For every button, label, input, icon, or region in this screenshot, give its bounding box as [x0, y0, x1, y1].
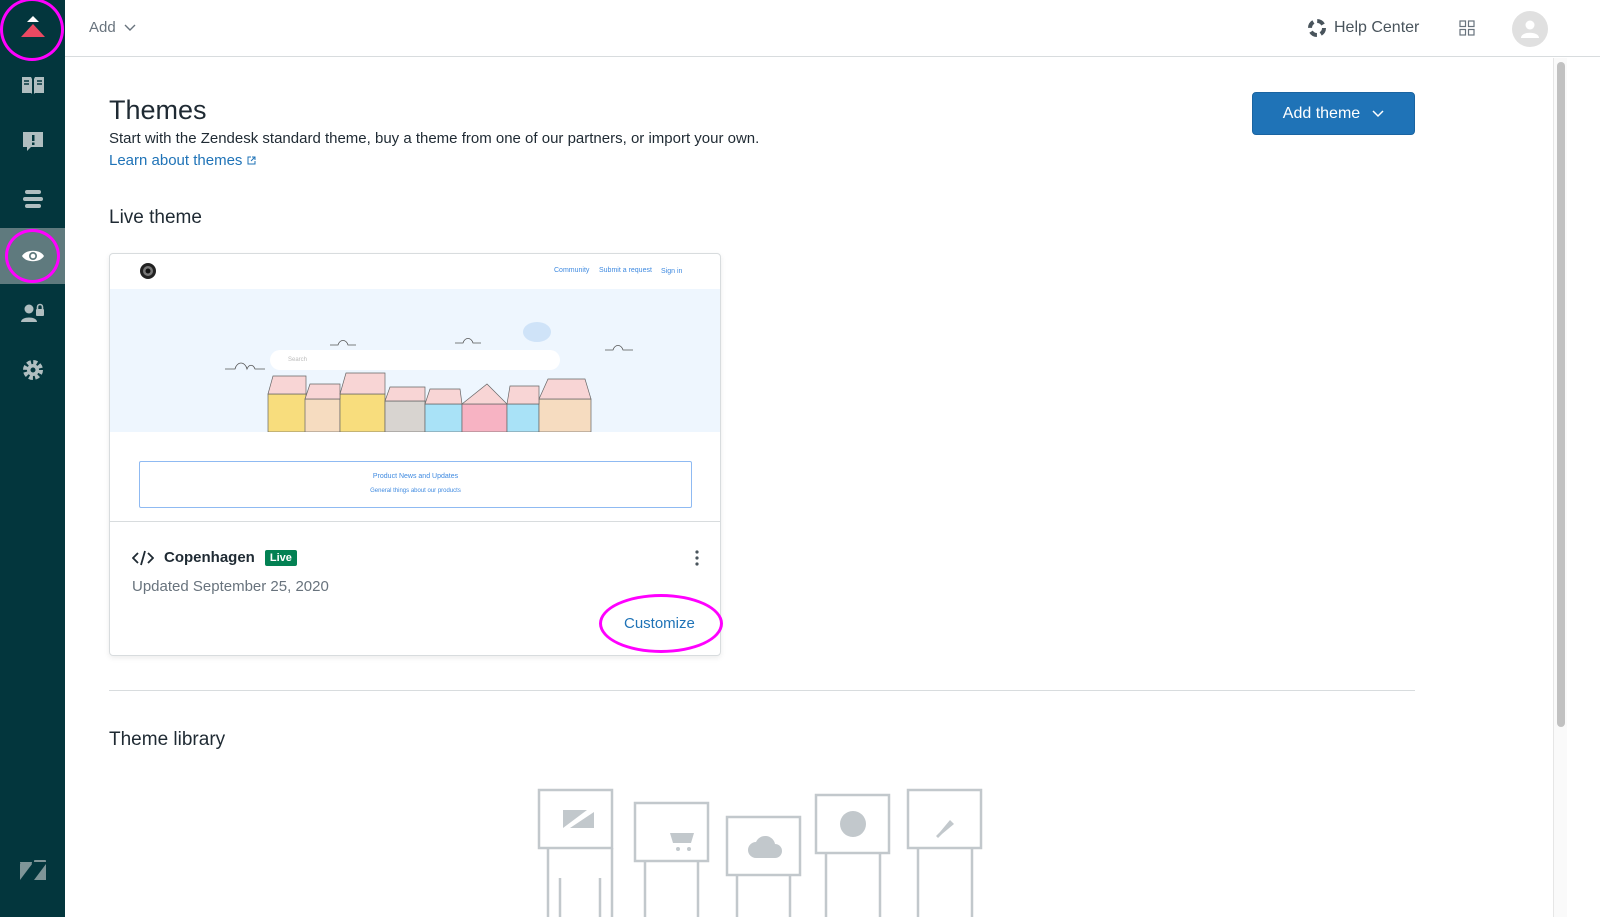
- code-icon: [132, 550, 154, 565]
- help-center-label: Help Center: [1334, 19, 1420, 36]
- theme-name-row: Copenhagen Live: [132, 549, 297, 566]
- page-subtitle: Start with the Zendesk standard theme, b…: [109, 130, 760, 147]
- alert-chat-icon: [22, 132, 43, 151]
- sidebar: [0, 0, 65, 917]
- scrollbar-thumb[interactable]: [1557, 62, 1565, 727]
- user-icon: [1521, 20, 1539, 38]
- gear-icon: [22, 360, 43, 380]
- scrollbar[interactable]: [1553, 58, 1567, 917]
- preview-box-title: Product News and Updates: [372, 473, 459, 480]
- more-options-icon[interactable]: [692, 548, 702, 568]
- preview-category-box: Product News and Updates General things …: [139, 461, 692, 508]
- chevron-down-icon: [124, 24, 136, 31]
- apps-grid-icon[interactable]: [1459, 20, 1475, 36]
- product-tray-logo[interactable]: [0, 0, 65, 56]
- customize-button[interactable]: Customize: [624, 615, 695, 632]
- theme-library-heading: Theme library: [109, 729, 226, 750]
- cart-sign-icon: [668, 830, 694, 843]
- product-tray-icon: [20, 16, 45, 37]
- chevron-down-icon: [1372, 109, 1384, 117]
- sidebar-item-moderation[interactable]: [0, 114, 65, 170]
- theme-library-illustration: [537, 788, 983, 917]
- zendesk-logo[interactable]: [0, 843, 65, 899]
- user-avatar[interactable]: [1512, 11, 1548, 47]
- learn-about-themes-link[interactable]: Learn about themes: [109, 152, 256, 169]
- lifebuoy-icon: [1308, 19, 1326, 37]
- live-theme-card: Community Submit a request Sign in Searc: [109, 253, 721, 656]
- live-badge: Live: [264, 549, 297, 566]
- learn-link-label: Learn about themes: [109, 152, 243, 169]
- plug-sign-icon: [936, 820, 954, 838]
- eye-icon: [21, 250, 44, 262]
- preview-nav-submit: Submit a request: [599, 267, 652, 274]
- sidebar-item-user-permissions[interactable]: [0, 285, 65, 341]
- top-bar: Add Help Center: [65, 0, 1600, 57]
- sidebar-item-guide[interactable]: [0, 57, 65, 113]
- sidebar-item-settings[interactable]: [0, 342, 65, 398]
- preview-nav-signin: Sign in: [661, 268, 683, 275]
- github-sign-icon: [840, 811, 866, 837]
- live-theme-heading: Live theme: [109, 207, 202, 228]
- cloud-upload-sign-icon: [748, 835, 782, 858]
- add-theme-label: Add theme: [1282, 104, 1361, 122]
- help-center-link[interactable]: Help Center: [1308, 19, 1419, 37]
- add-label: Add: [89, 19, 116, 36]
- preview-logo-icon: [140, 263, 156, 279]
- add-menu-button[interactable]: Add: [89, 19, 136, 36]
- theme-updated-date: Updated September 25, 2020: [132, 578, 329, 595]
- preview-search: Search: [270, 350, 560, 370]
- zendesk-icon: [19, 860, 46, 880]
- sidebar-item-customize-design[interactable]: [0, 228, 65, 284]
- sidebar-item-arrange[interactable]: [0, 171, 65, 227]
- page-title: Themes: [109, 95, 207, 125]
- user-lock-icon: [20, 303, 44, 322]
- section-divider: [109, 690, 1415, 691]
- book-icon: [21, 77, 44, 94]
- add-theme-button[interactable]: Add theme: [1252, 92, 1415, 135]
- preview-box-subtitle: General things about our products: [370, 488, 461, 494]
- theme-preview[interactable]: Community Submit a request Sign in Searc: [110, 254, 720, 522]
- align-icon: [22, 190, 43, 208]
- external-link-icon: [247, 156, 256, 165]
- preview-nav-community: Community: [554, 267, 590, 274]
- theme-name: Copenhagen: [164, 549, 255, 566]
